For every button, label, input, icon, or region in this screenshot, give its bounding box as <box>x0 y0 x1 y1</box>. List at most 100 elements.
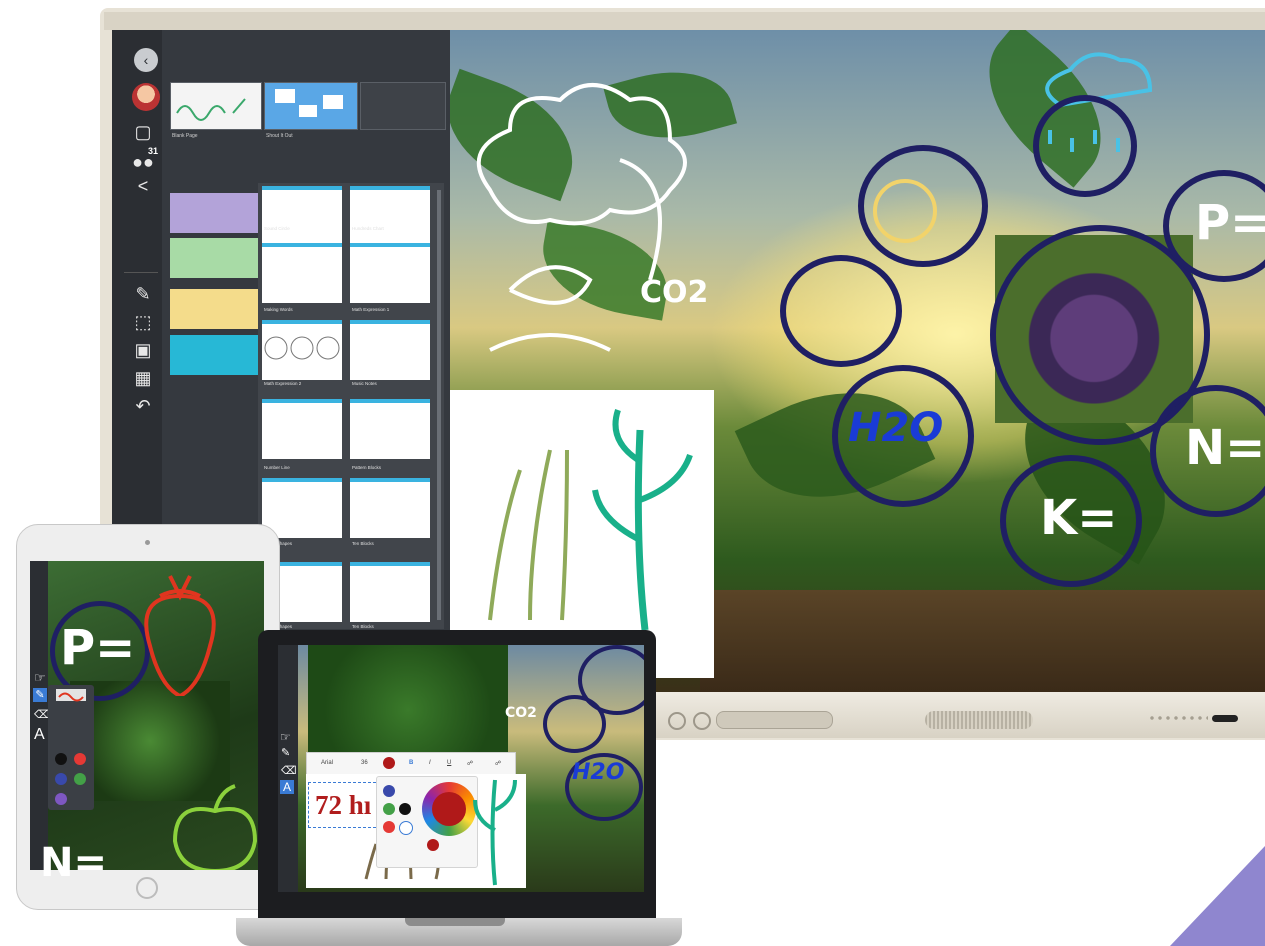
template-sound-circle[interactable] <box>262 186 342 246</box>
font-size-select[interactable]: 36 <box>361 760 368 766</box>
decorative-corner-shape <box>1170 846 1265 946</box>
template-ten-blocks-2[interactable] <box>350 562 430 622</box>
template-label: Making Words <box>264 307 293 312</box>
page-thumbnail-shout-it-out[interactable] <box>264 82 358 130</box>
laptop-annotation-circle <box>543 695 606 753</box>
tablet-annotation-n: N= <box>40 840 107 886</box>
color-swatch-black[interactable] <box>399 803 411 815</box>
display-top-bezel <box>104 12 1265 30</box>
laptop-annotation-co2: CO2 <box>505 705 537 721</box>
tablet-camera <box>145 540 150 545</box>
participants-count-badge: 31 <box>148 146 159 156</box>
template-music-notes[interactable] <box>350 320 430 380</box>
template-math-expression-1[interactable] <box>350 243 430 303</box>
tablet-hand-icon[interactable]: ☞ <box>34 670 46 686</box>
template-label: Ten Blocks <box>352 624 374 629</box>
template-category-cyan[interactable] <box>170 335 260 375</box>
back-icon[interactable]: ‹ <box>134 48 158 72</box>
add-image-icon[interactable]: ▦ <box>130 366 156 390</box>
color-swatch-green[interactable] <box>74 773 86 785</box>
annotation-text-co2: CO2 <box>640 275 709 310</box>
more-icon[interactable]: ☍ <box>495 760 501 767</box>
template-category-yellow[interactable] <box>170 289 260 329</box>
template-bingo-shapes[interactable] <box>262 478 342 538</box>
undo-icon[interactable]: ↶ <box>130 394 156 418</box>
pen-tray[interactable] <box>716 711 833 729</box>
italic-button[interactable]: I <box>429 760 431 766</box>
laptop-hand-icon[interactable]: ☞ <box>280 730 291 744</box>
power-button-icon[interactable] <box>668 712 686 730</box>
laptop-pen-icon[interactable]: ✎ <box>281 746 290 759</box>
template-math-expression-2[interactable] <box>262 320 342 380</box>
tablet-pen-popup <box>48 685 94 810</box>
template-label: Sound Circle <box>264 226 290 231</box>
page-caption-blank: Blank Page <box>172 133 198 139</box>
more-colors-icon[interactable] <box>399 821 413 835</box>
template-label: Pattern Blocks <box>352 465 382 470</box>
laptop-annotation-h2o: H2O <box>572 760 625 785</box>
template-ten-blocks[interactable] <box>350 478 430 538</box>
laptop-eraser-icon[interactable]: ⌫ <box>281 764 297 777</box>
user-avatar[interactable] <box>132 83 160 111</box>
sticky-notes-icon <box>275 89 343 117</box>
template-label: Music Notes <box>352 381 377 386</box>
template-label: Math Expression 2 <box>264 381 302 386</box>
annotation-text-p: P= <box>1195 195 1265 251</box>
annotation-text-k: K= <box>1040 490 1118 546</box>
stroke-wave-icon <box>58 692 84 702</box>
tablet-text-icon[interactable]: A <box>34 726 45 744</box>
indicator-lights <box>1148 714 1208 724</box>
tablet-pen-icon[interactable]: ✎ <box>33 688 47 702</box>
template-label: Ten Blocks <box>352 541 374 546</box>
color-swatch-blue[interactable] <box>383 785 395 797</box>
laptop-hinge-notch <box>405 918 505 926</box>
typed-text[interactable]: 72 hı <box>315 790 371 821</box>
underline-button[interactable]: U <box>447 760 451 766</box>
color-swatch-red[interactable] <box>383 821 395 833</box>
template-making-words[interactable] <box>262 243 342 303</box>
text-color-button[interactable] <box>383 757 395 769</box>
laptop-text-icon[interactable]: A <box>280 780 294 794</box>
annotation-text-h2o: H2O <box>848 405 944 451</box>
apple-drawing <box>172 784 258 870</box>
color-swatch-green[interactable] <box>383 803 395 815</box>
page-thumbnail-empty[interactable] <box>360 82 446 130</box>
squiggle-icon <box>176 98 246 121</box>
stroke-preview <box>56 689 86 702</box>
color-swatch-purple[interactable] <box>55 793 67 805</box>
color-swatch-dark-red[interactable] <box>427 839 439 851</box>
annotation-circle-empty <box>780 255 902 367</box>
color-swatch-blue[interactable] <box>55 773 67 785</box>
link-icon[interactable]: ☍ <box>467 760 473 767</box>
template-hundreds-chart[interactable] <box>350 186 430 246</box>
bold-button[interactable]: B <box>409 760 413 766</box>
annotation-circle-sun <box>858 145 988 267</box>
font-family-select[interactable]: Arial <box>321 760 333 766</box>
tablet-home-button[interactable] <box>136 877 158 899</box>
template-label: Hundreds Chart <box>352 226 384 231</box>
annotation-circle-rain <box>1033 95 1137 197</box>
selected-color <box>432 792 466 826</box>
template-label: Math Expression 1 <box>352 307 390 312</box>
color-swatch-black[interactable] <box>55 753 67 765</box>
sensor-strip <box>1212 715 1238 722</box>
template-pattern-blocks[interactable] <box>350 399 430 459</box>
pages-icon[interactable]: ▢ <box>130 120 156 144</box>
template-category-green[interactable] <box>170 238 260 278</box>
laptop-plant-drawing <box>473 779 517 886</box>
pen-icon[interactable]: ✎ <box>130 282 156 306</box>
home-button-icon[interactable] <box>693 712 711 730</box>
templates-scrollbar[interactable] <box>437 190 441 620</box>
widgets-icon[interactable]: ▣ <box>130 338 156 362</box>
tablet-annotation-p: P= <box>60 620 136 676</box>
share-icon[interactable]: < <box>130 174 156 198</box>
page-thumbnail-blank[interactable] <box>170 82 262 130</box>
template-category-purple[interactable] <box>170 193 260 233</box>
speaker-grille <box>925 711 1033 729</box>
template-number-line[interactable] <box>262 399 342 459</box>
rail-divider <box>124 272 158 273</box>
color-swatch-red[interactable] <box>74 753 86 765</box>
strawberry-drawing <box>144 575 216 696</box>
page-caption-shout-it-out: Shout It Out <box>266 133 293 139</box>
select-icon[interactable]: ⬚ <box>130 310 156 334</box>
